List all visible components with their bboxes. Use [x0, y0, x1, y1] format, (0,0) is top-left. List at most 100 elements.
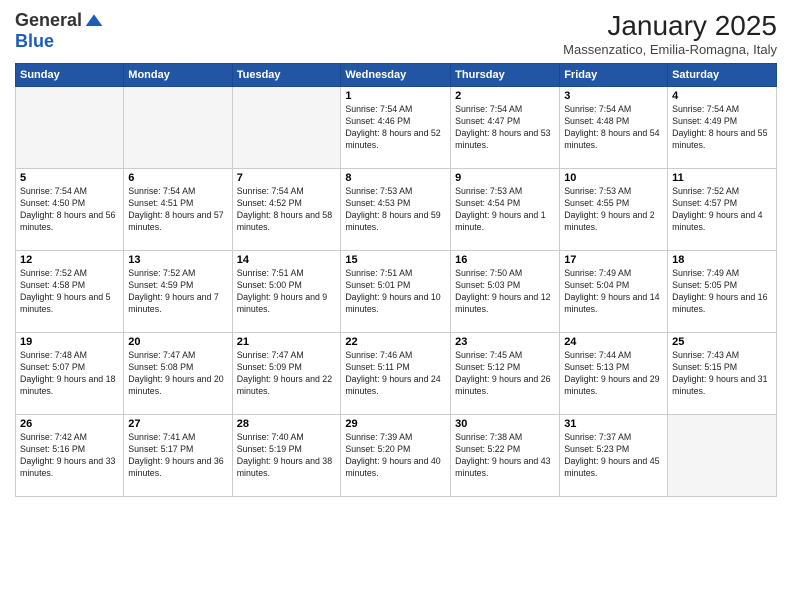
- calendar-cell: 27Sunrise: 7:41 AM Sunset: 5:17 PM Dayli…: [124, 415, 232, 497]
- calendar-cell: [124, 87, 232, 169]
- cell-info: Sunrise: 7:52 AM Sunset: 4:59 PM Dayligh…: [128, 268, 227, 316]
- day-number: 5: [20, 172, 119, 184]
- day-number: 11: [672, 172, 772, 184]
- cell-info: Sunrise: 7:53 AM Sunset: 4:53 PM Dayligh…: [345, 186, 446, 234]
- calendar-cell: 26 Sunrise: 7:42 AM Sunset: 5:16 PM Dayli…: [16, 415, 124, 497]
- day-number: 30: [455, 418, 555, 430]
- header-tuesday: Tuesday: [232, 64, 341, 87]
- cell-info: Sunrise: 7:53 AM Sunset: 4:54 PM Dayligh…: [455, 186, 555, 234]
- calendar-cell: 7 Sunrise: 7:54 AM Sunset: 4:52 PM Daylig…: [232, 169, 341, 251]
- cell-info: Sunrise: 7:47 AM Sunset: 5:09 PM Dayligh…: [237, 350, 337, 398]
- day-number: 26: [20, 418, 119, 430]
- calendar-cell: 14 Sunrise: 7:51 AM Sunset: 5:00 PM Dayli…: [232, 251, 341, 333]
- day-number: 25: [672, 336, 772, 348]
- logo: General Blue: [15, 10, 104, 52]
- calendar-cell: [16, 87, 124, 169]
- cell-info: Sunrise: 7:54 AM Sunset: 4:47 PM Dayligh…: [455, 104, 555, 152]
- calendar-cell: 20 Sunrise: 7:47 AM Sunset: 5:08 PM Dayli…: [124, 333, 232, 415]
- cell-info: Sunrise: 7:54 AM Sunset: 4:50 PM Dayligh…: [20, 186, 119, 234]
- day-number: 28: [237, 418, 337, 430]
- day-number: 4: [672, 90, 772, 102]
- cell-info: Sunrise: 7:54 AM Sunset: 4:48 PM Dayligh…: [564, 104, 663, 152]
- calendar-subtitle: Massenzatico, Emilia-Romagna, Italy: [563, 42, 777, 57]
- day-number: 15: [345, 254, 446, 266]
- calendar-cell: 23Sunrise: 7:45 AM Sunset: 5:12 PM Dayli…: [451, 333, 560, 415]
- calendar-title: January 2025: [563, 10, 777, 42]
- header-monday: Monday: [124, 64, 232, 87]
- header-thursday: Thursday: [451, 64, 560, 87]
- header-saturday: Saturday: [668, 64, 777, 87]
- calendar-cell: 19Sunrise: 7:48 AM Sunset: 5:07 PM Dayli…: [16, 333, 124, 415]
- logo-icon: [84, 11, 104, 31]
- day-number: 2: [455, 90, 555, 102]
- cell-info: Sunrise: 7:52 AM Sunset: 4:57 PM Dayligh…: [672, 186, 772, 234]
- calendar-cell: 1Sunrise: 7:54 AM Sunset: 4:46 PM Daylig…: [341, 87, 451, 169]
- calendar-cell: 22 Sunrise: 7:46 AM Sunset: 5:11 PM Dayli…: [341, 333, 451, 415]
- cell-info: Sunrise: 7:42 AM Sunset: 5:16 PM Dayligh…: [20, 432, 119, 480]
- cell-info: Sunrise: 7:53 AM Sunset: 4:55 PM Dayligh…: [564, 186, 663, 234]
- day-number: 13: [128, 254, 227, 266]
- calendar-cell: 11 Sunrise: 7:52 AM Sunset: 4:57 PM Dayli…: [668, 169, 777, 251]
- cell-info: Sunrise: 7:39 AM Sunset: 5:20 PM Dayligh…: [345, 432, 446, 480]
- day-number: 20: [128, 336, 227, 348]
- calendar-week-4: 19Sunrise: 7:48 AM Sunset: 5:07 PM Dayli…: [16, 333, 777, 415]
- calendar-cell: 21Sunrise: 7:47 AM Sunset: 5:09 PM Dayli…: [232, 333, 341, 415]
- cell-info: Sunrise: 7:54 AM Sunset: 4:52 PM Dayligh…: [237, 186, 337, 234]
- day-number: 8: [345, 172, 446, 184]
- calendar-cell: 24Sunrise: 7:44 AM Sunset: 5:13 PM Dayli…: [560, 333, 668, 415]
- day-number: 6: [128, 172, 227, 184]
- calendar-cell: 31Sunrise: 7:37 AM Sunset: 5:23 PM Dayli…: [560, 415, 668, 497]
- calendar-cell: 2 Sunrise: 7:54 AM Sunset: 4:47 PM Daylig…: [451, 87, 560, 169]
- calendar-cell: 6 Sunrise: 7:54 AM Sunset: 4:51 PM Daylig…: [124, 169, 232, 251]
- day-number: 7: [237, 172, 337, 184]
- calendar-cell: 13 Sunrise: 7:52 AM Sunset: 4:59 PM Dayli…: [124, 251, 232, 333]
- cell-info: Sunrise: 7:52 AM Sunset: 4:58 PM Dayligh…: [20, 268, 119, 316]
- day-number: 22: [345, 336, 446, 348]
- calendar-cell: 4Sunrise: 7:54 AM Sunset: 4:49 PM Daylig…: [668, 87, 777, 169]
- logo-general: General: [15, 10, 82, 31]
- day-number: 19: [20, 336, 119, 348]
- logo-blue: Blue: [15, 31, 54, 52]
- calendar-cell: 9 Sunrise: 7:53 AM Sunset: 4:54 PM Daylig…: [451, 169, 560, 251]
- header: General Blue January 2025 Massenzatico, …: [15, 10, 777, 57]
- cell-info: Sunrise: 7:41 AM Sunset: 5:17 PM Dayligh…: [128, 432, 227, 480]
- cell-info: Sunrise: 7:54 AM Sunset: 4:51 PM Dayligh…: [128, 186, 227, 234]
- day-number: 3: [564, 90, 663, 102]
- cell-info: Sunrise: 7:51 AM Sunset: 5:00 PM Dayligh…: [237, 268, 337, 316]
- page: General Blue January 2025 Massenzatico, …: [0, 0, 792, 612]
- calendar-cell: 17 Sunrise: 7:49 AM Sunset: 5:04 PM Dayli…: [560, 251, 668, 333]
- cell-info: Sunrise: 7:54 AM Sunset: 4:46 PM Dayligh…: [345, 104, 446, 152]
- day-number: 31: [564, 418, 663, 430]
- cell-info: Sunrise: 7:38 AM Sunset: 5:22 PM Dayligh…: [455, 432, 555, 480]
- header-friday: Friday: [560, 64, 668, 87]
- day-number: 17: [564, 254, 663, 266]
- calendar-cell: 12 Sunrise: 7:52 AM Sunset: 4:58 PM Dayli…: [16, 251, 124, 333]
- cell-info: Sunrise: 7:43 AM Sunset: 5:15 PM Dayligh…: [672, 350, 772, 398]
- day-number: 24: [564, 336, 663, 348]
- cell-info: Sunrise: 7:46 AM Sunset: 5:11 PM Dayligh…: [345, 350, 446, 398]
- calendar-header-row: Sunday Monday Tuesday Wednesday Thursday…: [16, 64, 777, 87]
- calendar-cell: 18 Sunrise: 7:49 AM Sunset: 5:05 PM Dayli…: [668, 251, 777, 333]
- calendar-week-1: 1Sunrise: 7:54 AM Sunset: 4:46 PM Daylig…: [16, 87, 777, 169]
- cell-info: Sunrise: 7:47 AM Sunset: 5:08 PM Dayligh…: [128, 350, 227, 398]
- cell-info: Sunrise: 7:49 AM Sunset: 5:05 PM Dayligh…: [672, 268, 772, 316]
- day-number: 18: [672, 254, 772, 266]
- cell-info: Sunrise: 7:45 AM Sunset: 5:12 PM Dayligh…: [455, 350, 555, 398]
- day-number: 9: [455, 172, 555, 184]
- header-wednesday: Wednesday: [341, 64, 451, 87]
- day-number: 14: [237, 254, 337, 266]
- calendar-cell: 30 Sunrise: 7:38 AM Sunset: 5:22 PM Dayli…: [451, 415, 560, 497]
- calendar-week-2: 5 Sunrise: 7:54 AM Sunset: 4:50 PM Daylig…: [16, 169, 777, 251]
- cell-info: Sunrise: 7:49 AM Sunset: 5:04 PM Dayligh…: [564, 268, 663, 316]
- calendar-cell: 10Sunrise: 7:53 AM Sunset: 4:55 PM Dayli…: [560, 169, 668, 251]
- calendar-cell: 3 Sunrise: 7:54 AM Sunset: 4:48 PM Daylig…: [560, 87, 668, 169]
- header-sunday: Sunday: [16, 64, 124, 87]
- day-number: 12: [20, 254, 119, 266]
- calendar-cell: 16Sunrise: 7:50 AM Sunset: 5:03 PM Dayli…: [451, 251, 560, 333]
- calendar-cell: [232, 87, 341, 169]
- calendar-cell: 15 Sunrise: 7:51 AM Sunset: 5:01 PM Dayli…: [341, 251, 451, 333]
- calendar-cell: 5 Sunrise: 7:54 AM Sunset: 4:50 PM Daylig…: [16, 169, 124, 251]
- calendar-week-5: 26 Sunrise: 7:42 AM Sunset: 5:16 PM Dayli…: [16, 415, 777, 497]
- cell-info: Sunrise: 7:40 AM Sunset: 5:19 PM Dayligh…: [237, 432, 337, 480]
- cell-info: Sunrise: 7:51 AM Sunset: 5:01 PM Dayligh…: [345, 268, 446, 316]
